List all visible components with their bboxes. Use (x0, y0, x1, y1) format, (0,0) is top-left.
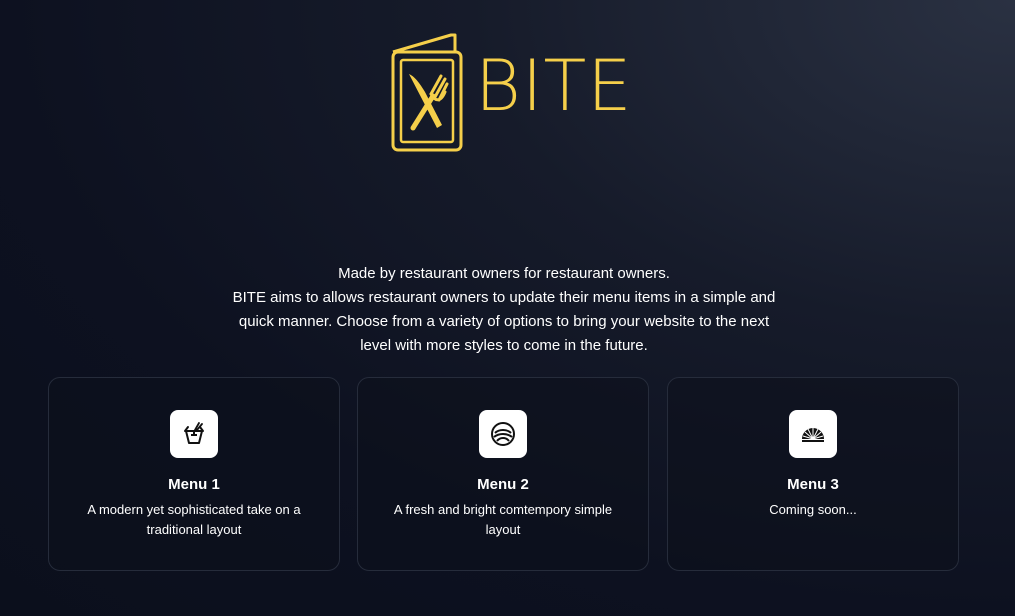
menu-card-title: Menu 1 (168, 476, 220, 493)
sunrise-fan-icon (789, 410, 837, 458)
menu-card-1[interactable]: Menu 1 A modern yet sophisticated take o… (48, 377, 340, 571)
menu-card-title: Menu 3 (787, 476, 839, 493)
intro-text: Made by restaurant owners for restaurant… (230, 262, 778, 358)
bowl-waves-icon (479, 410, 527, 458)
menu-card-description: A modern yet sophisticated take on a tra… (87, 502, 301, 537)
menu-cards: Menu 1 A modern yet sophisticated take o… (48, 377, 960, 573)
menu-card-description: Coming soon... (769, 502, 857, 517)
intro-tagline: Made by restaurant owners for restaurant… (338, 265, 670, 282)
menu-card-description: A fresh and bright comtempory simple lay… (393, 502, 613, 537)
takeout-box-icon (170, 410, 218, 458)
intro-description: BITE aims to allows restaurant owners to… (232, 289, 776, 354)
menu-book-icon (391, 33, 463, 152)
brand-name: BITE (475, 45, 633, 127)
bite-logo[interactable]: BITE (389, 32, 633, 154)
menu-card-2[interactable]: Menu 2 A fresh and bright comtempory sim… (357, 377, 649, 571)
menu-card-title: Menu 2 (477, 476, 529, 493)
menu-card-3[interactable]: Menu 3 Coming soon... (667, 377, 959, 571)
